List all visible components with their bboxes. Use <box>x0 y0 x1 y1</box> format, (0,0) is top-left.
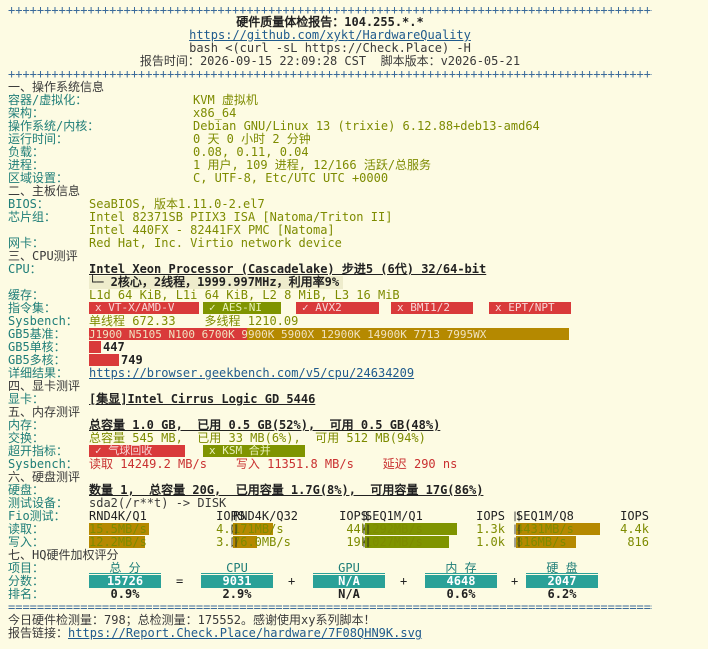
fio-column-separator: || <box>361 511 371 522</box>
fio-write-cell: 1.0k <box>476 535 505 549</box>
fio-column-separator: || <box>229 524 239 535</box>
score-rank: 0.9% <box>110 587 140 601</box>
fio-write-cell: 816MB/s <box>516 535 567 549</box>
single-thread-score: 672.33 <box>132 314 176 328</box>
report-link-line: 报告链接：https://Report.Check.Place/hardware… <box>8 627 422 640</box>
fio-column-separator: || <box>229 511 239 522</box>
mem-write-value: 11351.8 MB/s <box>267 457 354 471</box>
report-link-label: 报告链接： <box>8 626 69 640</box>
multi-thread-label: 多线程 <box>204 314 241 328</box>
fio-column-separator: || <box>361 537 371 548</box>
fio-column-separator: || <box>361 524 371 535</box>
mem-sysbench-line: 读取 14249.2 MB/s 写入 11351.8 MB/s 延迟 290 n… <box>89 458 457 471</box>
score-operator: + <box>288 574 296 588</box>
report-time-line: 报告时间：2026-09-15 22:09:28 CST 脚本版本：v2026-… <box>8 55 652 68</box>
score-operator: = <box>176 574 184 588</box>
header-rule: ++++++++++++++++++++++++++++++++++++++++… <box>8 68 652 81</box>
fio-write-cell: 76.0MB/s <box>233 535 291 549</box>
score-rank: 6.2% <box>547 587 577 601</box>
script-version: v2026-05-21 <box>440 54 521 68</box>
fio-column-separator: || <box>229 537 239 548</box>
gb5-scale-labels: J1900 N5105 N100 6700K 9900K 5900X 12900… <box>89 328 487 341</box>
report-time: 2026-09-15 22:09:28 CST <box>199 54 367 68</box>
script-version-label: 脚本版本： <box>380 54 441 68</box>
flag-aesni-badge: ✓ AES-NI <box>203 302 281 314</box>
fio-column-separator: || <box>512 511 522 522</box>
flag-vtx-badge: x VT-X/AMD-V <box>89 302 199 314</box>
balloon-badge: ✓ 气球回收 <box>89 445 185 457</box>
nic-value: Red Hat, Inc. Virtio network device <box>89 236 342 250</box>
chipset-label: 芯片组： <box>8 210 57 224</box>
gb5-multi-bar <box>89 354 119 366</box>
score-rank: 2.9% <box>222 587 252 601</box>
multi-thread-score: 1210.09 <box>247 314 299 328</box>
mem-latency-value: 290 ns <box>413 457 458 471</box>
fio-column-separator: || <box>512 524 522 535</box>
fio-write-cell: 1027MB/s <box>365 535 423 549</box>
gb5-single-bar <box>89 341 101 353</box>
flag-ept-badge: x EPT/NPT <box>489 302 571 314</box>
report-time-label: 报告时间： <box>139 54 200 68</box>
ksm-badge: x KSM 合并 <box>203 445 305 457</box>
score-operator: + <box>400 574 408 588</box>
score-rank: 0.6% <box>446 587 476 601</box>
cpu-label: CPU： <box>8 262 42 276</box>
report-link[interactable]: https://Report.Check.Place/hardware/7F08… <box>68 626 422 640</box>
single-thread-label: 单线程 <box>89 314 126 328</box>
score-operator: + <box>511 574 519 588</box>
gpu-value: [集显]Intel Cirrus Logic GD 5446 <box>89 392 316 406</box>
cpu-sysbench-line: 单线程 672.33 多线程 1210.09 <box>89 315 298 328</box>
mem-latency-label: 延迟 <box>382 457 407 471</box>
os-row-value: C, UTF-8, Etc/UTC UTC +0000 <box>193 171 389 185</box>
geekbench-link[interactable]: https://browser.geekbench.com/v5/cpu/246… <box>89 367 414 380</box>
fio-column-separator: || <box>512 537 522 548</box>
flag-avx2-badge: ✓ AVX2 <box>296 302 379 314</box>
mem-read-value: 14249.2 MB/s <box>120 457 207 471</box>
fio-write-cell: 816 <box>627 535 649 549</box>
mem-write-label: 写入 <box>235 457 260 471</box>
flag-bmi-badge: x BMI1/2 <box>391 302 473 314</box>
score-rank-label: 排名： <box>8 587 45 601</box>
score-rank: N/A <box>338 587 360 601</box>
mem-read-label: 读取 <box>89 457 114 471</box>
